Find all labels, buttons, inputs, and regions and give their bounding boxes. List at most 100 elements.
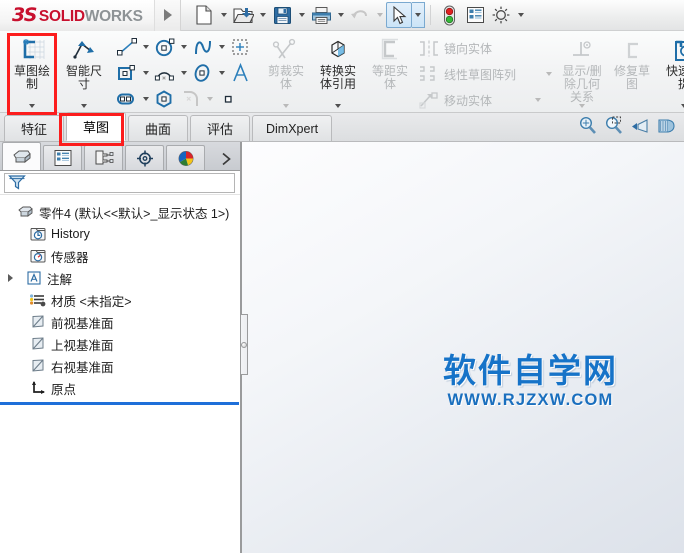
rectangle-dropdown[interactable] — [140, 61, 152, 85]
slot-button[interactable] — [114, 87, 140, 111]
spline-button[interactable] — [190, 35, 216, 59]
settings-dropdown[interactable] — [514, 2, 527, 28]
zoom-to-area-button[interactable] — [604, 116, 623, 135]
display-delete-relations-dropdown[interactable] — [579, 104, 586, 108]
previous-view-button[interactable] — [630, 116, 649, 135]
print-dropdown[interactable] — [334, 2, 347, 28]
chevron-down-icon — [207, 97, 213, 101]
quick-snaps-button[interactable]: 快速捕捉 — [658, 33, 684, 109]
chevron-down-icon — [546, 72, 553, 76]
panel-splitter-handle[interactable] — [241, 314, 248, 375]
tab-evaluate[interactable]: 评估 — [190, 115, 250, 141]
graphics-area[interactable]: 软件自学网 WWW.RJZXW.COM — [241, 142, 684, 553]
display-manager-tab[interactable] — [166, 145, 205, 170]
trim-entities-button[interactable]: 剪裁实体 — [260, 33, 312, 109]
rebuild-status-button[interactable] — [436, 2, 462, 28]
fillet-dropdown[interactable] — [204, 87, 216, 111]
section-view-button[interactable] — [656, 116, 676, 135]
settings-button[interactable] — [488, 2, 514, 28]
chevron-down-icon — [376, 13, 383, 17]
undo-button[interactable] — [347, 2, 373, 28]
tree-item-history[interactable]: History — [0, 223, 240, 245]
zoom-to-fit-button[interactable] — [578, 116, 597, 135]
trim-entities-dropdown[interactable] — [283, 104, 289, 108]
configuration-manager-tab[interactable] — [84, 145, 123, 170]
circle-button[interactable] — [152, 35, 178, 59]
tab-sketch[interactable]: 草图 — [66, 112, 126, 141]
linear-sketch-pattern-dropdown[interactable] — [546, 72, 553, 76]
tree-item-material[interactable]: 材质 <未指定> — [0, 289, 240, 311]
offset-entities-button[interactable]: 等距实体 — [364, 33, 416, 109]
smart-dimension-dropdown[interactable] — [81, 104, 87, 108]
arc-dropdown[interactable] — [178, 61, 190, 85]
sketch-region-button[interactable] — [228, 35, 254, 59]
chevron-down-icon — [143, 97, 149, 101]
tab-surfaces[interactable]: 曲面 — [128, 115, 188, 141]
polygon-button[interactable] — [152, 87, 178, 111]
linear-sketch-pattern-button[interactable]: 线性草图阵列 — [416, 61, 553, 87]
convert-entities-button[interactable]: 转换实体引用 — [312, 33, 364, 109]
tree-item-part-label: 零件4 (默认<<默认>_显示状态 1>) — [39, 206, 230, 221]
undo-arrow-icon — [351, 10, 367, 19]
undo-dropdown[interactable] — [373, 2, 386, 28]
tree-twisty[interactable] — [4, 273, 16, 283]
ellipse-button[interactable] — [190, 61, 216, 85]
save-dropdown[interactable] — [295, 2, 308, 28]
sketch-draw-button[interactable]: 草图绘制 — [6, 33, 58, 109]
line-dropdown[interactable] — [140, 35, 152, 59]
open-document-button[interactable] — [230, 2, 256, 28]
slot-dropdown[interactable] — [140, 87, 152, 111]
offset-entities-label: 等距实体 — [371, 64, 408, 91]
select-dropdown[interactable] — [412, 2, 425, 28]
circle-dropdown[interactable] — [178, 35, 190, 59]
tree-item-right-plane[interactable]: 右视基准面 — [0, 355, 240, 377]
fillet-button[interactable] — [178, 87, 204, 111]
tree-item-annotations[interactable]: 注解 — [0, 267, 240, 289]
select-button[interactable] — [386, 2, 412, 28]
arc-button[interactable] — [152, 61, 178, 85]
repair-sketch-button[interactable]: 修复草图 — [606, 33, 658, 109]
sketch-draw-icon — [17, 37, 47, 65]
brand-solid-text: SOLID — [38, 7, 85, 25]
move-entities-button[interactable]: 移动实体 — [416, 87, 552, 113]
tree-item-front-plane[interactable]: 前视基准面 — [0, 311, 240, 333]
display-delete-relations-label: 显示/删除几何关系 — [562, 64, 602, 104]
new-document-dropdown[interactable] — [217, 2, 230, 28]
sketch-draw-dropdown[interactable] — [29, 104, 35, 108]
tree-item-sensors[interactable]: 传感器 — [0, 245, 240, 267]
display-delete-relations-button[interactable]: 显示/删除几何关系 — [558, 33, 606, 109]
options-list-button[interactable] — [462, 2, 488, 28]
featuremanager-tree-tab[interactable] — [2, 142, 41, 170]
rectangle-button[interactable] — [114, 61, 140, 85]
tab-dimxpert[interactable]: DimXpert — [252, 115, 333, 141]
convert-entities-dropdown[interactable] — [335, 104, 341, 108]
tree-item-origin[interactable]: 原点 — [0, 377, 240, 399]
filter-input[interactable] — [4, 172, 235, 193]
rollback-bar[interactable] — [0, 402, 239, 405]
solidworks-logo[interactable]: 3S SOLIDWORKS — [0, 0, 155, 31]
tree-item-right-plane-label: 右视基准面 — [51, 360, 114, 375]
command-ribbon: 草图绘制 智能尺寸 剪裁实体 转换实体引用 等距实体 镜向实体 线性草图阵列 移… — [0, 31, 684, 113]
tree-item-material-label: 材质 <未指定> — [51, 294, 132, 309]
property-manager-tab[interactable] — [43, 145, 82, 170]
save-button[interactable] — [269, 2, 295, 28]
spline-dropdown[interactable] — [216, 35, 228, 59]
annotations-icon — [24, 270, 44, 286]
expand-panel-button[interactable] — [221, 152, 240, 170]
tree-item-top-plane[interactable]: 上视基准面 — [0, 333, 240, 355]
move-entities-dropdown[interactable] — [535, 98, 542, 102]
open-document-dropdown[interactable] — [256, 2, 269, 28]
new-document-button[interactable] — [191, 2, 217, 28]
tab-features[interactable]: 特征 — [4, 115, 64, 141]
menu-expand-button[interactable] — [155, 0, 181, 31]
print-button[interactable] — [308, 2, 334, 28]
chevron-down-icon — [81, 104, 87, 108]
ellipse-dropdown[interactable] — [216, 61, 228, 85]
smart-dimension-button[interactable]: 智能尺寸 — [58, 33, 110, 109]
line-button[interactable] — [114, 35, 140, 59]
point-button[interactable] — [216, 87, 242, 111]
dimxpert-manager-tab[interactable] — [125, 145, 164, 170]
mirror-entities-button[interactable]: 镜向实体 — [416, 35, 552, 61]
sketch-text-button[interactable] — [228, 61, 254, 85]
tree-item-part[interactable]: 零件4 (默认<<默认>_显示状态 1>) — [0, 201, 240, 223]
